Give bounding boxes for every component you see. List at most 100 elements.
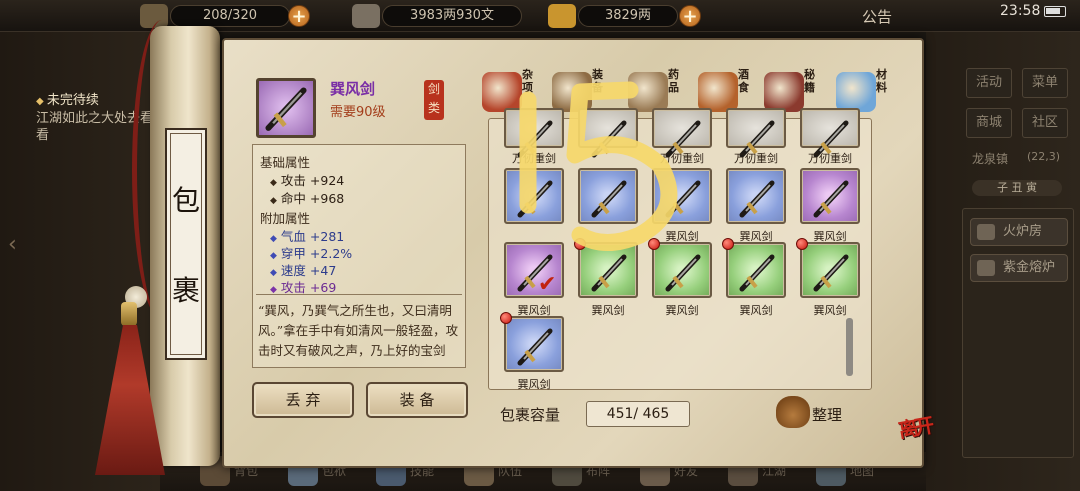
discard-button[interactable]: 丢 弃 — [252, 382, 354, 418]
community-button[interactable]: 社区 — [1022, 108, 1068, 138]
base-stats-title: 基础属性 — [260, 155, 311, 170]
grid-scrollbar[interactable] — [846, 318, 853, 376]
leave-button[interactable]: 离开 — [896, 409, 933, 443]
tab-label: 酒食 — [738, 68, 749, 94]
stat-value: +2.2% — [309, 246, 353, 261]
item-slot[interactable] — [652, 108, 712, 158]
category-icon — [482, 72, 522, 112]
item-slot-name: 万仞重剑 — [660, 152, 704, 165]
stat-value: +968 — [309, 191, 345, 206]
sword-icon — [739, 180, 775, 218]
gold-ingot-icon — [548, 4, 576, 28]
furnace-room-button[interactable]: 火炉房 — [970, 218, 1068, 246]
item-slot[interactable] — [504, 316, 564, 372]
gold-add-button[interactable]: + — [679, 5, 701, 27]
item-slot-name: 巽风剑 — [739, 304, 773, 317]
base-stat-row: ◆ 命中 +968 — [270, 188, 344, 207]
activity-button[interactable]: 活动 — [966, 68, 1012, 98]
item-slot-name: 万仞重剑 — [512, 152, 556, 165]
item-slot[interactable] — [652, 168, 712, 224]
capacity-label: 包裹容量 — [500, 406, 561, 424]
time-chips: 子 丑 寅 — [972, 180, 1062, 196]
selected-item-icon — [256, 78, 316, 138]
location-coord: (22,3) — [1027, 150, 1061, 163]
chevron-left-icon[interactable]: ‹ — [8, 232, 17, 257]
diamond-icon: ◆ — [270, 196, 277, 206]
capacity-value: 451/ 465 — [586, 401, 690, 427]
item-slot[interactable] — [578, 108, 638, 158]
item-name: 巽风剑 — [330, 80, 376, 98]
new-item-dot — [648, 238, 660, 250]
tassel-clasp — [121, 302, 137, 326]
item-level-requirement: 需要90级 — [330, 105, 386, 120]
item-category-tag: 剑类 — [424, 80, 444, 120]
coin-icon — [352, 4, 380, 28]
item-slot[interactable] — [504, 108, 564, 158]
sword-icon — [591, 120, 627, 158]
sword-icon — [665, 254, 701, 292]
equip-button[interactable]: 装 备 — [366, 382, 468, 418]
tab-label: 药品 — [668, 68, 679, 94]
item-slot[interactable] — [726, 108, 786, 158]
stat-value: +47 — [309, 263, 337, 278]
new-item-dot — [722, 238, 734, 250]
item-slot-name: 巽风剑 — [813, 304, 847, 317]
item-slot-name: 万仞重剑 — [734, 152, 778, 165]
item-slot-name: 巽风剑 — [591, 304, 625, 317]
item-slot[interactable] — [578, 168, 638, 224]
money-display: 3983两930文 — [382, 5, 522, 27]
tab-label: 材料 — [876, 68, 887, 94]
item-slot[interactable] — [800, 242, 860, 298]
item-slot[interactable] — [726, 242, 786, 298]
stat-label: 穿甲 — [280, 246, 306, 261]
battery-icon — [1044, 6, 1066, 17]
notice-button[interactable]: 公告 — [862, 6, 892, 27]
category-icon — [764, 72, 804, 112]
divider — [256, 294, 462, 295]
base-stat-row: ◆ 攻击 +924 — [270, 170, 344, 189]
selected-check-icon: ✔ — [538, 272, 557, 297]
stat-label: 攻击 — [280, 280, 306, 295]
sort-bag-icon[interactable] — [776, 396, 810, 428]
new-item-dot — [574, 238, 586, 250]
stat-label: 气血 — [280, 229, 306, 244]
item-slot-name: 巽风剑 — [517, 378, 551, 391]
sword-icon — [813, 180, 849, 218]
scroll-title-char: 包 — [171, 184, 200, 218]
sword-icon — [517, 180, 553, 218]
bag-add-button[interactable]: + — [288, 5, 310, 27]
item-slot[interactable] — [800, 168, 860, 224]
stat-value: +281 — [309, 229, 345, 244]
item-slot[interactable] — [504, 168, 564, 224]
sword-icon — [517, 328, 553, 366]
furnace-icon — [977, 224, 995, 240]
sort-button[interactable]: 整理 — [812, 404, 842, 425]
item-slot-name: 万仞重剑 — [808, 152, 852, 165]
category-icon — [836, 72, 876, 112]
sword-icon — [265, 87, 307, 131]
scroll-title: 包 裹 — [165, 128, 207, 360]
clock: 23:58 — [1000, 3, 1041, 19]
category-icon — [628, 72, 668, 112]
stat-label: 攻击 — [280, 173, 306, 188]
sword-icon — [591, 180, 627, 218]
item-slot[interactable] — [578, 242, 638, 298]
new-item-dot — [796, 238, 808, 250]
stat-value: +924 — [309, 173, 345, 188]
shop-button[interactable]: 商城 — [966, 108, 1012, 138]
item-slot[interactable] — [652, 242, 712, 298]
furnace-icon — [977, 260, 995, 276]
purple-gold-furnace-label: 紫金熔炉 — [1003, 260, 1056, 275]
tab-label: 秘籍 — [804, 68, 815, 94]
scroll-title-char: 裹 — [171, 273, 200, 307]
tab-label: 装备 — [592, 68, 603, 94]
menu-button[interactable]: 菜单 — [1022, 68, 1068, 98]
item-slot[interactable] — [800, 108, 860, 158]
stat-value: +69 — [309, 280, 337, 295]
item-description: “巽风，乃巽气之所生也，又曰清明风。”拿在手中有如清风一般轻盈，攻击时又有破风之… — [258, 303, 459, 358]
purple-gold-furnace-button[interactable]: 紫金熔炉 — [970, 254, 1068, 282]
sword-icon — [665, 180, 701, 218]
diamond-icon: ◆ — [270, 178, 277, 188]
item-slot[interactable] — [726, 168, 786, 224]
stat-label: 速度 — [280, 263, 306, 278]
